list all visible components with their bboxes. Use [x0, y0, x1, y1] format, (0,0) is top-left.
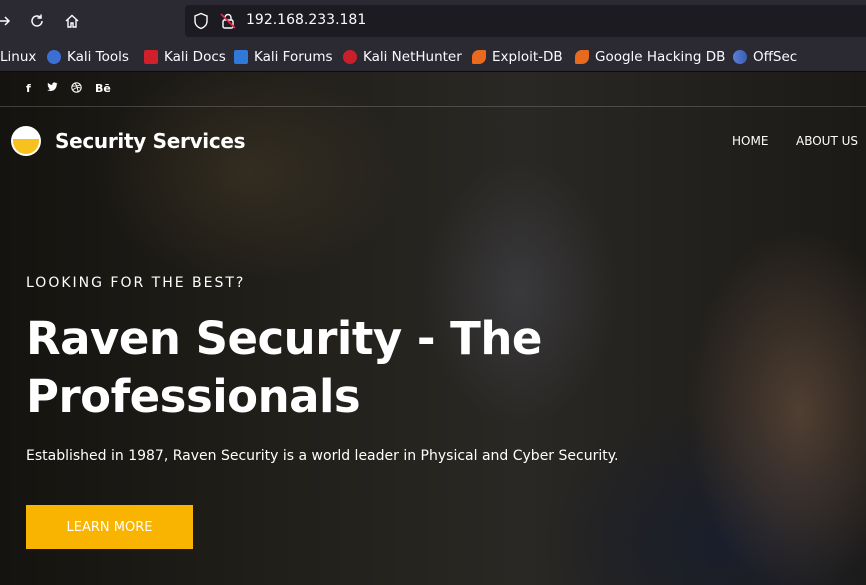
bookmark-google-hacking-db[interactable]: Google Hacking DB	[575, 48, 725, 66]
home-icon	[65, 14, 79, 28]
address-bar[interactable]: 192.168.233.181	[185, 5, 866, 37]
bookmark-label: Kali Docs	[164, 49, 226, 65]
behance-icon[interactable]: Bē	[95, 82, 111, 95]
hero-eyebrow: LOOKING FOR THE BEST?	[26, 275, 246, 291]
bookmark-label: Kali Forums	[254, 49, 333, 65]
hero-subtext: Established in 1987, Raven Security is a…	[26, 448, 619, 464]
site-logo[interactable]	[11, 126, 41, 156]
bookmarks-bar: Linux Kali Tools Kali Docs Kali Forums K…	[0, 42, 866, 72]
bookmark-label: OffSec	[753, 49, 798, 65]
bookmark-offsec[interactable]: OffSec	[733, 48, 797, 66]
kali-nethunter-icon	[343, 50, 357, 64]
reload-icon	[31, 14, 43, 27]
bookmark-exploit-db[interactable]: Exploit-DB	[472, 48, 563, 66]
insecure-lock-icon[interactable]	[220, 12, 236, 34]
home-button[interactable]	[60, 9, 84, 33]
kali-docs-icon	[144, 50, 158, 64]
bookmark-kali-nethunter[interactable]: Kali NetHunter	[343, 48, 462, 66]
shield-icon[interactable]	[193, 12, 209, 34]
bookmark-kali-docs[interactable]: Kali Docs	[144, 48, 226, 66]
offsec-icon	[733, 50, 747, 64]
kali-tools-icon	[47, 50, 61, 64]
bookmark-label: Kali Tools	[67, 49, 129, 65]
kali-forums-icon	[234, 50, 248, 64]
nav-about-us[interactable]: ABOUT US	[796, 134, 858, 148]
dribbble-icon[interactable]	[71, 82, 82, 96]
arrow-right-icon	[0, 16, 11, 26]
hero-headline-line1: Raven Security - The	[26, 312, 542, 365]
hero-headline-line2: Professionals	[26, 370, 361, 423]
url-text[interactable]: 192.168.233.181	[246, 12, 366, 28]
nav-home[interactable]: HOME	[732, 134, 768, 148]
page-hero: f Bē Security Services HOME ABOUT US LOO…	[0, 72, 866, 585]
bookmark-label: Exploit-DB	[492, 49, 563, 65]
site-brand[interactable]: Security Services	[55, 129, 246, 153]
bookmark-label: Linux	[0, 49, 37, 65]
bookmark-kali-forums[interactable]: Kali Forums	[234, 48, 333, 66]
bookmark-linux[interactable]: Linux	[0, 48, 36, 66]
facebook-icon[interactable]: f	[26, 82, 31, 95]
twitter-icon[interactable]	[47, 82, 58, 95]
reload-button[interactable]	[25, 9, 49, 33]
social-bar: f Bē	[0, 72, 866, 107]
browser-toolbar: 192.168.233.181	[0, 0, 866, 42]
hero-headline: Raven Security - The Professionals	[26, 310, 586, 426]
ghdb-icon	[575, 50, 589, 64]
exploit-db-icon	[472, 50, 486, 64]
bookmark-label: Google Hacking DB	[595, 49, 726, 65]
bookmark-kali-tools[interactable]: Kali Tools	[47, 48, 129, 66]
learn-more-button[interactable]: LEARN MORE	[26, 505, 193, 549]
bookmark-label: Kali NetHunter	[363, 49, 462, 65]
forward-button[interactable]	[0, 9, 16, 33]
